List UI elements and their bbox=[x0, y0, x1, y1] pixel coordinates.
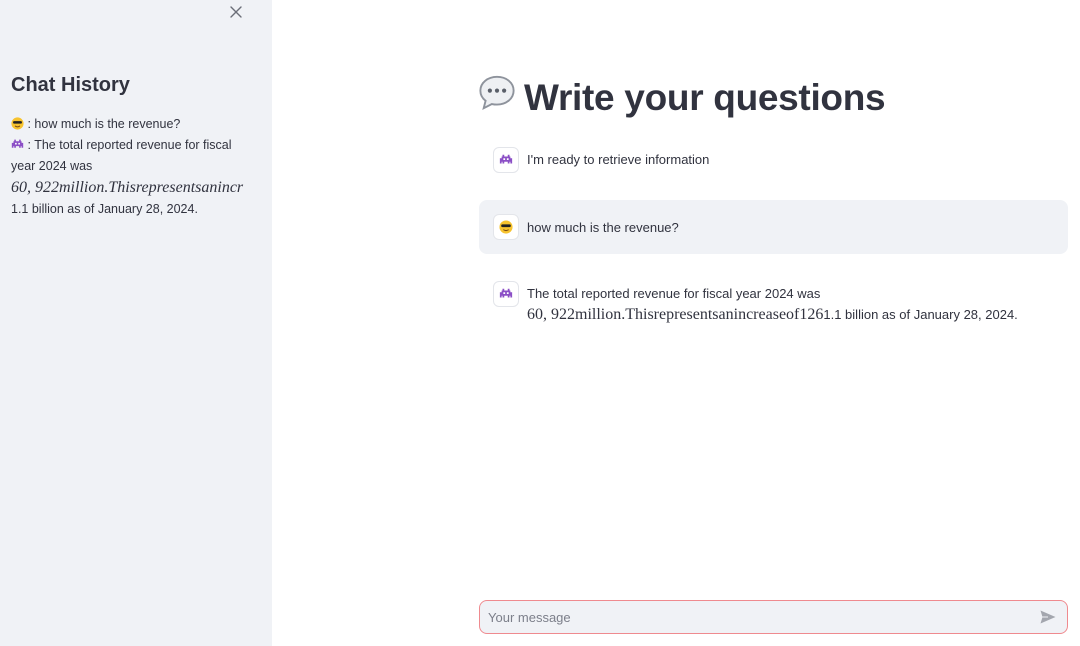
chat-history-list: : how much is the revenue? : The total r… bbox=[11, 114, 272, 220]
message-text: I'm ready to retrieve information bbox=[527, 152, 710, 167]
alien-monster-icon bbox=[493, 147, 519, 173]
history-item-text: : how much is the revenue? bbox=[27, 117, 181, 131]
chat-input-box[interactable] bbox=[479, 600, 1068, 634]
history-item-tail: 1.1 billion as of January 28, 2024. bbox=[11, 202, 198, 216]
answer-tail-text: 1.1 billion as of January 28, 2024. bbox=[823, 307, 1018, 322]
math-number: 126 bbox=[799, 306, 824, 323]
history-item-assistant: : The total reported revenue for fiscal … bbox=[11, 135, 236, 177]
alien-monster-icon bbox=[11, 138, 27, 152]
close-icon[interactable] bbox=[226, 2, 246, 22]
sunglasses-face-icon bbox=[11, 117, 27, 131]
message-text: The total reported revenue for fiscal ye… bbox=[527, 286, 1018, 323]
speech-bubble-icon bbox=[478, 74, 516, 121]
sidebar: Chat History : how much is the revenue? … bbox=[0, 0, 272, 646]
send-icon[interactable] bbox=[1037, 606, 1059, 628]
history-item-text: : The total reported revenue for fiscal … bbox=[11, 138, 232, 173]
math-italic-text: million.Thisrepresentsanincreaseof bbox=[575, 306, 800, 323]
alien-monster-icon bbox=[493, 281, 519, 307]
history-item-user: : how much is the revenue? bbox=[11, 114, 272, 135]
chat-message-assistant: The total reported revenue for fiscal ye… bbox=[479, 281, 1068, 325]
sunglasses-face-icon bbox=[493, 214, 519, 240]
message-input[interactable] bbox=[488, 609, 1037, 625]
sidebar-title: Chat History bbox=[11, 74, 130, 96]
math-number: 60, 922 bbox=[527, 306, 575, 323]
history-math-line: 60, 922million.Thisrepresentsanincr bbox=[11, 179, 244, 196]
page-title: Write your questions bbox=[478, 74, 886, 121]
chat-message-assistant: I'm ready to retrieve information bbox=[479, 147, 1068, 177]
chat-message-user: how much is the revenue? bbox=[479, 200, 1068, 254]
message-text: how much is the revenue? bbox=[527, 219, 679, 235]
page-title-text: Write your questions bbox=[524, 76, 886, 118]
